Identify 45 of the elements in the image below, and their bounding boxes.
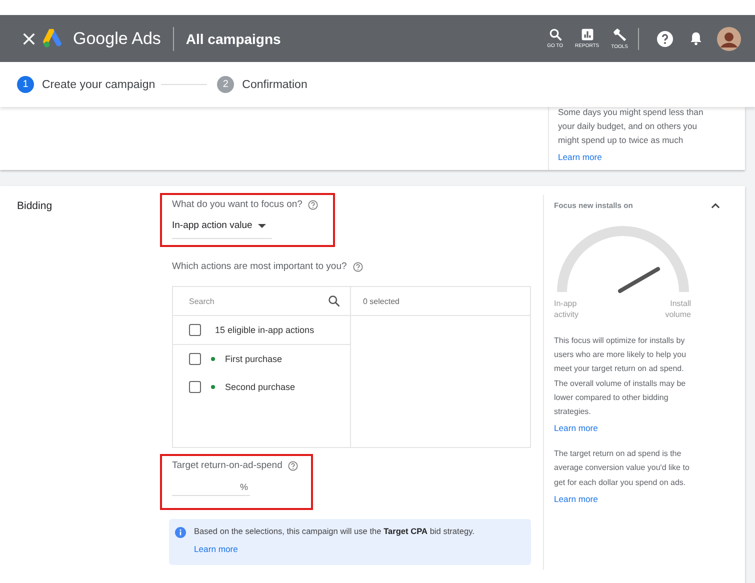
section-label: Bidding: [17, 200, 52, 212]
gauge-label: In-app activity: [554, 298, 580, 320]
step-number: 2: [217, 76, 234, 93]
gauge-label: Install volume: [664, 298, 691, 320]
help-icon[interactable]: [308, 200, 318, 210]
target-input[interactable]: %: [172, 479, 250, 496]
action-label: Second purchase: [225, 382, 296, 392]
help-text: The target return on ad spend is the average conversion value you'd like to get for each dollar you spend on ads.: [554, 448, 690, 489]
bell-icon[interactable]: [689, 31, 703, 46]
status-dot: [211, 385, 215, 389]
step-number: 1: [17, 76, 34, 93]
wrench-icon: [612, 28, 627, 42]
learn-more-link[interactable]: Learn more: [554, 494, 732, 504]
learn-more-link[interactable]: Learn more: [194, 544, 238, 554]
learn-more-link[interactable]: Learn more: [554, 423, 732, 434]
search-icon[interactable]: [328, 295, 340, 307]
info-icon: [175, 527, 186, 538]
checkbox[interactable]: [189, 353, 201, 365]
dropdown-arrow-icon: [258, 224, 266, 228]
question-label: What do you want to focus on?: [172, 199, 302, 210]
action-label: First purchase: [225, 354, 282, 364]
close-icon[interactable]: [23, 32, 35, 44]
action-label: 15 eligible in-app actions: [215, 325, 314, 335]
avatar[interactable]: [717, 26, 741, 50]
field-label: Target return-on-ad-spend: [172, 460, 282, 471]
question-label: Which actions are most important to you?: [172, 261, 347, 272]
learn-more-link[interactable]: Learn more: [558, 152, 602, 162]
help-icon[interactable]: [352, 262, 363, 272]
help-icon[interactable]: [657, 30, 673, 46]
help-text: Some days you might spend less than your daily budget, and on others you might spend up to twice as much: [558, 107, 704, 147]
checkbox[interactable]: [189, 381, 201, 393]
help-text: This focus will optimize for installs by users who are more likely to help you meet your target return on ad spend. The overall volume of installs may be lower compared to other bidding strategies.: [554, 335, 688, 418]
page-title: All campaigns: [186, 30, 281, 46]
search-icon: [548, 28, 562, 41]
step-label[interactable]: Confirmation: [242, 78, 308, 90]
step-label[interactable]: Create your campaign: [42, 78, 156, 90]
selected-count: 0 selected: [363, 296, 400, 306]
product-name: Google Ads: [73, 28, 161, 48]
status-dot: [211, 357, 215, 361]
info-text: Based on the selections, this campaign will use the Target CPA bid strategy.: [194, 526, 474, 536]
bar-chart-icon: [580, 28, 594, 41]
focus-dropdown[interactable]: In-app action value: [172, 220, 272, 239]
checkbox[interactable]: [189, 324, 201, 336]
help-icon[interactable]: [288, 460, 298, 470]
chevron-icon[interactable]: [711, 202, 720, 208]
